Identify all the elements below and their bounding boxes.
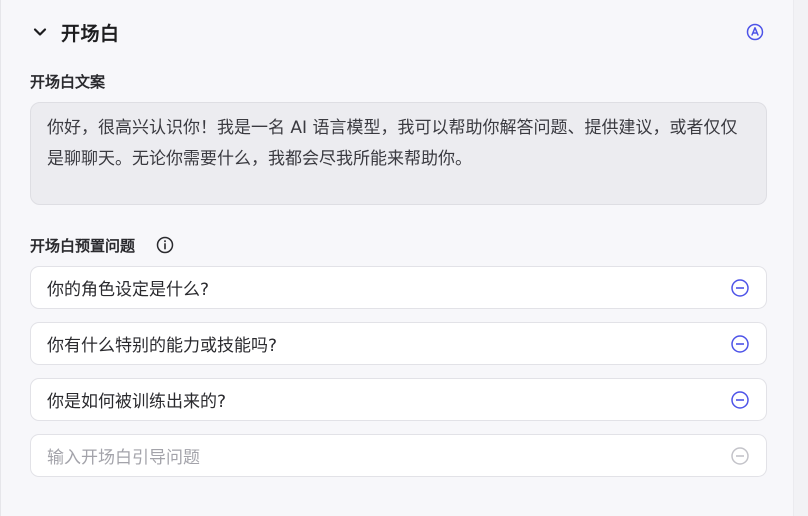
- preset-question-text[interactable]: 你有什么特别的能力或技能吗?: [47, 331, 730, 356]
- section-header[interactable]: 开场白: [29, 14, 769, 50]
- opening-copy-label: 开场白文案: [30, 73, 106, 91]
- remove-circle-icon: [730, 446, 750, 466]
- preset-question-text[interactable]: 你的角色设定是什么?: [47, 275, 730, 300]
- remove-circle-icon[interactable]: [730, 390, 750, 410]
- preset-question-row[interactable]: 你有什么特别的能力或技能吗?: [30, 322, 767, 365]
- preset-question-text[interactable]: 你是如何被训练出来的?: [47, 387, 730, 412]
- new-question-input[interactable]: 输入开场白引导问题: [30, 434, 767, 477]
- preset-question-row[interactable]: 你的角色设定是什么?: [30, 266, 767, 309]
- new-question-placeholder[interactable]: 输入开场白引导问题: [47, 443, 730, 468]
- scrollbar[interactable]: [793, 0, 808, 516]
- opening-copy-textarea[interactable]: 你好，很高兴认识你！我是一名 AI 语言模型，我可以帮助你解答问题、提供建议，或…: [30, 102, 767, 205]
- opening-panel: 开场白 开场白文案 你好，很高兴认识你！我是一名 AI 语言模型，我可以帮助你解…: [0, 0, 795, 516]
- preset-questions-label: 开场白预置问题: [30, 237, 136, 255]
- preset-question-row[interactable]: 你是如何被训练出来的?: [30, 378, 767, 421]
- chevron-down-icon[interactable]: [29, 21, 51, 43]
- section-title: 开场白: [61, 22, 120, 45]
- remove-circle-icon[interactable]: [730, 334, 750, 354]
- auto-generate-icon[interactable]: [745, 22, 765, 42]
- info-icon[interactable]: [156, 236, 174, 254]
- remove-circle-icon[interactable]: [730, 278, 750, 298]
